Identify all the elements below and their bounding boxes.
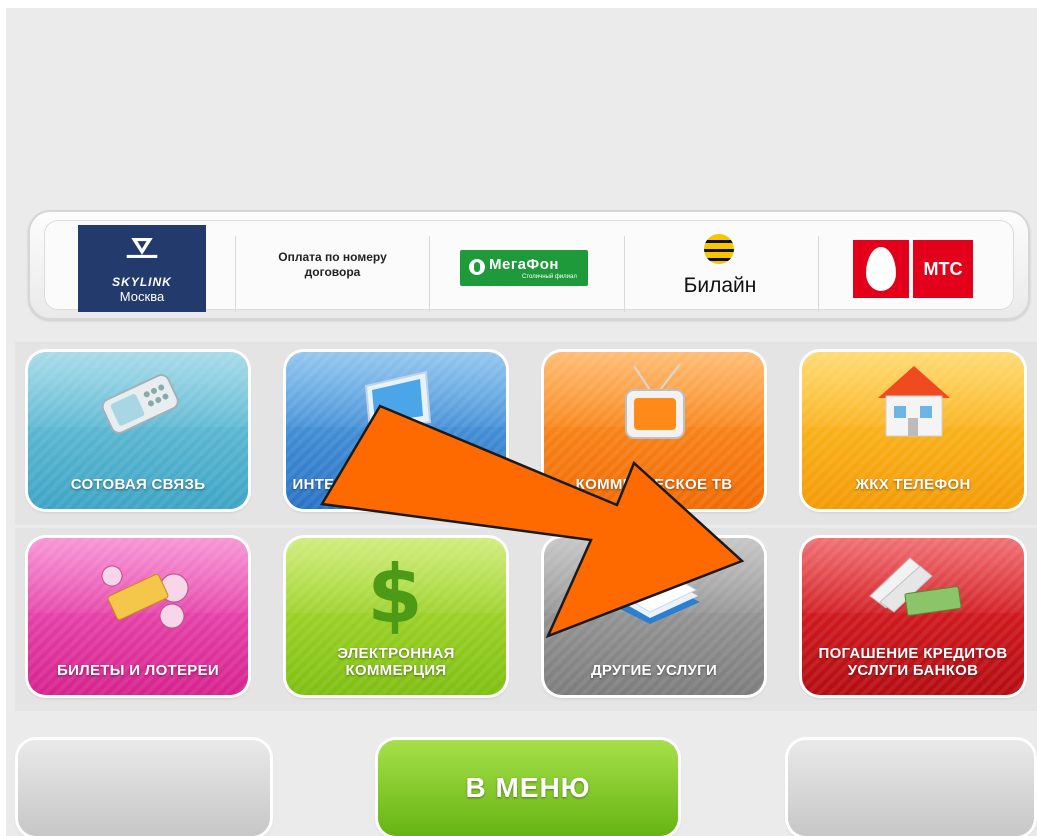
egg-icon — [866, 247, 896, 291]
tile-mobile-communications[interactable]: СОТОВАЯ СВЯЗЬ — [28, 352, 248, 509]
tile-label: ЖКХ ТЕЛЕФОН — [855, 476, 971, 493]
tile-label: СОТОВАЯ СВЯЗЬ — [70, 476, 206, 493]
bottom-left-button[interactable] — [18, 740, 270, 836]
skylink-logo-icon — [126, 238, 158, 258]
tv-icon — [625, 363, 685, 439]
divider — [429, 236, 430, 312]
tile-commercial-tv[interactable]: КОММЕРЧЕСКОЕ ТВ — [544, 352, 764, 509]
divider — [624, 236, 625, 312]
divider — [818, 236, 819, 312]
tile-e-commerce[interactable]: $ ЭЛЕКТРОННАЯ КОММЕРЦИЯ — [286, 538, 506, 695]
beeline-name: Билайн — [683, 274, 757, 297]
skylink-provider-button[interactable]: SKYLINK Москва — [78, 225, 206, 312]
megafon-provider-button[interactable]: МегаФон Столичный филиал — [460, 250, 588, 286]
menu-button[interactable]: В МЕНЮ — [378, 740, 678, 836]
skylink-brand: SKYLINK — [112, 275, 172, 289]
megafon-name: МегаФон — [489, 256, 559, 273]
megafon-subtitle: Столичный филиал — [522, 274, 577, 280]
lottery-ticket-icon — [101, 565, 189, 629]
svg-text:$: $ — [367, 550, 423, 636]
beeline-logo-icon — [704, 234, 734, 264]
monitor-icon — [364, 370, 432, 432]
tile-label: ПОГАШЕНИЕ КРЕДИТОВ УСЛУГИ БАНКОВ — [818, 645, 1008, 679]
documents-icon — [618, 575, 700, 624]
money-folder-icon — [869, 557, 962, 616]
house-icon — [878, 366, 950, 437]
divider — [235, 236, 236, 312]
mts-provider-button[interactable]: МТС — [853, 240, 973, 298]
tile-other-services[interactable]: ДРУГИЕ УСЛУГИ — [544, 538, 764, 695]
tile-internet-ip-telephony[interactable]: ИНТЕРНЕТ IP-ТЕЛЕФОНИЯ — [286, 352, 506, 509]
mobile-phone-icon — [101, 374, 179, 434]
mts-logo-icon — [853, 240, 909, 298]
tile-label: КОММЕРЧЕСКОЕ ТВ — [575, 476, 733, 493]
dollar-icon: $ — [367, 550, 423, 636]
beeline-provider-button[interactable]: Билайн — [680, 232, 760, 302]
tile-housing-utilities-phone[interactable]: ЖКХ ТЕЛЕФОН — [802, 352, 1024, 509]
tile-loan-repayment-bank-services[interactable]: ПОГАШЕНИЕ КРЕДИТОВ УСЛУГИ БАНКОВ — [802, 538, 1024, 695]
skylink-city: Москва — [119, 289, 165, 304]
megafon-logo-icon — [469, 259, 485, 275]
tile-label: ДРУГИЕ УСЛУГИ — [590, 662, 718, 679]
contract-payment-button[interactable]: Оплата по номеру договора — [255, 250, 410, 280]
tile-label: БИЛЕТЫ И ЛОТЕРЕИ — [56, 662, 219, 679]
mts-name: МТС — [913, 240, 973, 298]
bottom-right-button[interactable] — [788, 740, 1034, 836]
tile-label: ЭЛЕКТРОННАЯ КОММЕРЦИЯ — [337, 645, 455, 679]
tile-tickets-lotteries[interactable]: БИЛЕТЫ И ЛОТЕРЕИ — [28, 538, 248, 695]
tile-label: ИНТЕРНЕТ IP-ТЕЛЕФОНИЯ — [292, 476, 500, 493]
